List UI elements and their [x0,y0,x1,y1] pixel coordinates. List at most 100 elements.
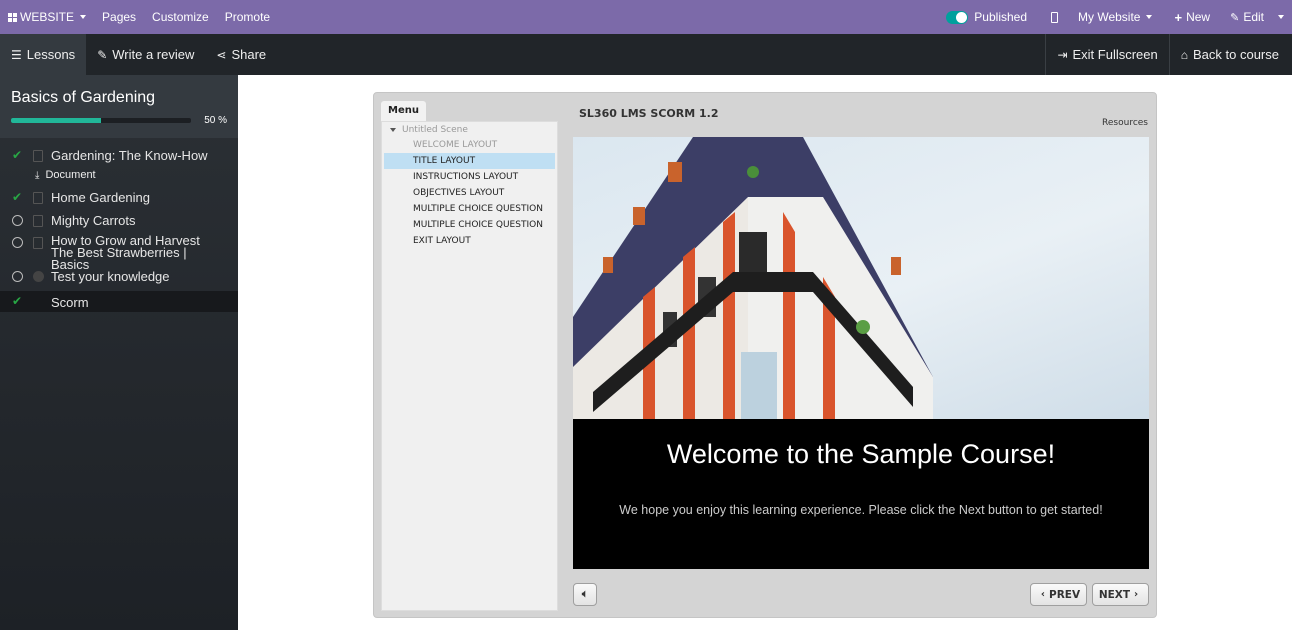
exit-icon: ⇥ [1057,47,1068,62]
lessons-label: Lessons [26,47,76,62]
course-header: Basics of Gardening 50 % [0,75,238,138]
slide-stage: Welcome to the Sample Course! We hope yo… [573,137,1149,569]
check-icon: ✔ [12,294,23,308]
lessons-tab[interactable]: ☰ Lessons [0,34,87,75]
chevron-down-icon [1146,15,1153,19]
check-icon: ✔ [12,148,23,162]
chevron-left-icon: ‹ [1040,589,1046,600]
lesson-title: Scorm [51,295,89,310]
scene-item[interactable]: Untitled Scene [382,123,557,137]
chevron-down-icon [80,15,87,19]
circle-icon [12,271,23,282]
slide-item[interactable]: OBJECTIVES LAYOUT [384,185,555,201]
document-icon [33,150,43,162]
circle-icon [12,237,23,248]
pencil-icon: ✎ [97,47,108,62]
scorm-player: Menu Untitled Scene WELCOME LAYOUT TITLE… [373,92,1157,618]
more-menu-button[interactable] [1276,0,1292,34]
menu-tab[interactable]: Menu [381,101,426,121]
new-button[interactable]: + New [1166,0,1222,34]
caret-down-icon [390,127,396,132]
slide-list: Untitled Scene WELCOME LAYOUT TITLE LAYO… [381,121,558,611]
plus-icon: + [1174,9,1183,25]
progress-fill [11,118,101,123]
slide-item[interactable]: MULTIPLE CHOICE QUESTION [384,217,555,233]
admin-topbar: WEBSITE Pages Customize Promote Publishe… [0,0,1292,34]
chevron-down-icon [1278,15,1284,19]
back-to-course-button[interactable]: ⌂ Back to course [1168,34,1292,75]
next-button[interactable]: NEXT › [1092,583,1149,606]
lesson-title: Mighty Carrots [51,213,136,228]
welcome-subtext: We hope you enjoy this learning experien… [619,503,1103,517]
toggle-switch[interactable] [946,10,969,24]
progress-percent: 50 % [204,115,227,126]
customize-menu[interactable]: Customize [144,0,217,34]
prev-button[interactable]: ‹ PREV [1030,583,1087,606]
publish-toggle[interactable]: Published [938,0,1039,34]
quiz-icon [33,271,44,282]
course-player-title: SL360 LMS SCORM 1.2 [579,107,719,120]
document-icon [33,192,43,204]
website-menu[interactable]: WEBSITE [0,0,94,34]
volume-button[interactable]: 🔈︎ [573,583,597,606]
resources-link[interactable]: Resources [1102,118,1148,128]
publish-label: Published [974,10,1028,24]
course-title: Basics of Gardening [11,89,156,106]
share-button[interactable]: ⋖ Share [205,34,277,75]
mobile-icon [1051,11,1059,23]
document-icon [33,215,43,227]
prev-label: PREV [1049,588,1081,601]
list-icon: ☰ [11,47,22,62]
pencil-icon: ✎ [1230,11,1240,24]
volume-icon: 🔈︎ [581,588,589,600]
lesson-title: How to Grow and Harvest The Best Strawbe… [51,233,200,272]
my-website-menu[interactable]: My Website [1070,0,1166,34]
share-icon: ⋖ [216,47,227,62]
mobile-preview-button[interactable] [1039,0,1070,34]
check-icon: ✔ [12,190,23,204]
write-review-label: Write a review [112,47,195,62]
lesson-item[interactable]: ✔ Gardening: The Know-How [0,148,238,165]
download-icon: ⤓ [35,170,40,181]
lesson-resource-link[interactable]: ⤓ Document [0,169,238,188]
lesson-item[interactable]: Mighty Carrots [0,213,238,235]
lesson-item-active[interactable]: ✔ Scorm [0,291,238,312]
lesson-title: Gardening: The Know-How [51,148,208,163]
lesson-item[interactable]: ✔ Home Gardening [0,190,238,213]
edit-button[interactable]: ✎ Edit [1222,0,1276,34]
lesson-title: Home Gardening [51,190,150,205]
circle-icon [12,215,23,226]
course-progress: 50 % [11,115,227,126]
slide-item-current[interactable]: TITLE LAYOUT [384,153,555,169]
exit-fullscreen-label: Exit Fullscreen [1072,47,1158,62]
new-label: New [1186,10,1211,24]
document-icon [33,237,43,249]
slide-item[interactable]: EXIT LAYOUT [384,233,555,249]
my-website-label: My Website [1078,10,1141,24]
building-photo [573,137,1149,419]
slide-item[interactable]: INSTRUCTIONS LAYOUT [384,169,555,185]
resource-label: Document [45,169,96,181]
slide-item[interactable]: MULTIPLE CHOICE QUESTION [384,201,555,217]
apps-icon [8,12,17,22]
lesson-item[interactable]: Test your knowledge [0,269,238,291]
chevron-right-icon: › [1134,589,1139,600]
share-label: Share [231,47,267,62]
edit-label: Edit [1243,10,1264,24]
write-review-button[interactable]: ✎ Write a review [86,34,205,75]
lessons-sidebar: Basics of Gardening 50 % ✔ Gardening: Th… [0,75,238,630]
slide-item[interactable]: WELCOME LAYOUT [384,137,555,153]
back-to-course-label: Back to course [1193,47,1279,62]
scene-label: Untitled Scene [402,125,468,135]
progress-bar [11,118,191,123]
lesson-item[interactable]: How to Grow and Harvest The Best Strawbe… [0,233,238,272]
course-navbar: ☰ Lessons ✎ Write a review ⋖ Share ⇥ Exi… [0,34,1292,75]
home-icon: ⌂ [1180,47,1188,62]
lesson-title: Test your knowledge [51,269,170,284]
promote-menu[interactable]: Promote [217,0,278,34]
player-menu: Menu Untitled Scene WELCOME LAYOUT TITLE… [381,101,558,611]
player-controls: 🔈︎ ‹ PREV NEXT › [573,577,1149,611]
pages-menu[interactable]: Pages [94,0,144,34]
welcome-heading: Welcome to the Sample Course! [666,439,1056,469]
exit-fullscreen-button[interactable]: ⇥ Exit Fullscreen [1045,34,1168,75]
